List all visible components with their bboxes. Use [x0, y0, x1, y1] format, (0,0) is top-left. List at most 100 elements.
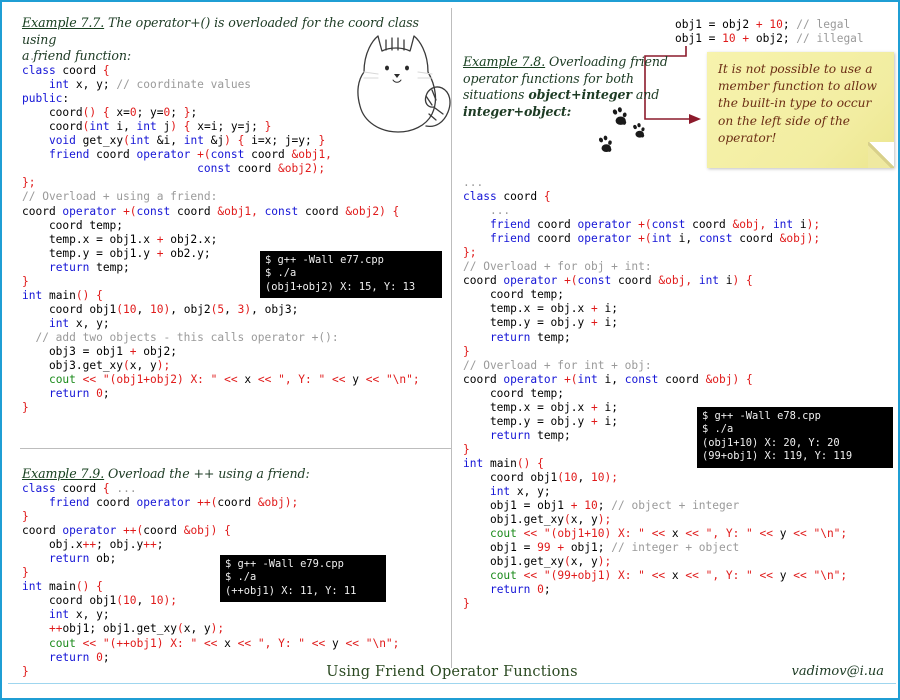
code-line: cout << "(obj1+10) X: " << x << ", Y: " …	[463, 527, 847, 541]
code-token: i=x; j=y;	[244, 134, 319, 148]
code-token: // Overload + using a friend:	[22, 190, 218, 204]
code-line: obj3 = obj1 + obj2;	[22, 345, 420, 359]
code-token: 0	[96, 387, 103, 401]
code-token: +	[590, 316, 598, 330]
code-token: operator	[503, 372, 558, 386]
code-token: class	[463, 190, 497, 204]
code-token: x	[665, 569, 686, 583]
code-token: i,	[671, 232, 699, 246]
code-token: <<	[759, 569, 774, 583]
code-token: "(obj1+10) X: "	[543, 527, 645, 541]
code-token: );	[597, 555, 612, 569]
code-token: // illegal	[796, 32, 864, 46]
code-token: coord	[732, 232, 780, 246]
code-token: }	[183, 106, 191, 120]
code-token: coord	[89, 496, 137, 510]
code-token: "\n";	[813, 569, 848, 583]
code-token: coord obj1	[22, 594, 117, 608]
code-token: class	[22, 64, 56, 78]
code-token: &obj) {	[183, 524, 231, 538]
code-token: 0	[96, 650, 103, 664]
code-token: }	[264, 120, 272, 134]
sticky-note-text: It is not possible to use a member funct…	[718, 62, 877, 145]
code-line: coord operator +(const coord &obj, int i…	[463, 274, 847, 288]
code-token: &obj1,	[291, 148, 332, 162]
code-token: ;	[597, 499, 612, 513]
code-token: x=	[109, 106, 130, 120]
code-token: temp.y = obj.y	[463, 316, 591, 330]
code-token: ;	[782, 18, 797, 31]
example-77-label: Example 7.7.	[22, 15, 105, 30]
code-token: coord obj1	[463, 470, 558, 484]
code-line: }	[22, 401, 420, 415]
code-line: temp.y = obj.y + i;	[463, 316, 847, 330]
code-token: coord temp;	[463, 288, 565, 302]
code-token: <<	[523, 569, 538, 583]
code-token: , obj2	[170, 302, 211, 316]
code-line: obj3.get_xy(x, y);	[22, 359, 420, 373]
code-token: coord	[298, 204, 346, 218]
code-token: &obj,	[658, 274, 693, 288]
code-token: +	[590, 414, 598, 428]
code-token: &obj);	[779, 232, 821, 246]
code-token: coord obj1	[22, 302, 117, 316]
code-token: cout	[489, 527, 517, 541]
code-token: coord	[530, 232, 578, 246]
code-token: ++	[143, 538, 157, 552]
code-token: coord	[143, 524, 184, 538]
code-token: ,	[136, 302, 151, 316]
code-token: (	[176, 622, 184, 636]
terminal-output-e77: $ g++ -Wall e77.cpp $ ./a (obj1+obj2) X:…	[260, 251, 442, 299]
code-token: friend	[48, 148, 90, 162]
code-line: return 0;	[22, 651, 399, 665]
code-token: (	[123, 359, 130, 373]
code-token: (	[123, 134, 130, 148]
code-token: int	[48, 78, 70, 92]
code-token: ", Y: "	[705, 527, 753, 541]
code-token: // Overload + for int + obj:	[463, 358, 652, 372]
code-token: temp;	[530, 330, 571, 344]
code-token: coord	[658, 372, 706, 386]
code-token: }	[22, 274, 29, 288]
code-token: coord	[55, 482, 103, 495]
code-token: const	[210, 148, 245, 162]
code-token: +(	[638, 218, 652, 232]
code-token: ;	[190, 106, 198, 120]
code-line: }	[22, 510, 399, 524]
code-token: return	[489, 583, 531, 597]
code-line: // add two objects - this calls operator…	[22, 331, 420, 345]
code-token: temp.x = obj1.x	[22, 232, 157, 246]
code-token: };	[22, 176, 36, 190]
code-line: ++obj1; obj1.get_xy(x, y);	[22, 622, 399, 636]
code-token: int	[651, 232, 672, 246]
code-token: &obj);	[257, 496, 299, 510]
code-token: <<	[365, 373, 380, 387]
code-token: coord	[22, 120, 83, 134]
code-line: ...	[463, 176, 847, 190]
code-token: ++(	[123, 524, 144, 538]
code-token: x, y	[183, 622, 211, 636]
code-token: class	[22, 482, 56, 495]
code-token: i	[719, 274, 733, 288]
code-token: );	[210, 622, 225, 636]
code-token: ...	[463, 176, 484, 189]
code-token: coord	[22, 524, 63, 538]
code-token: // coordinate values	[116, 78, 252, 92]
